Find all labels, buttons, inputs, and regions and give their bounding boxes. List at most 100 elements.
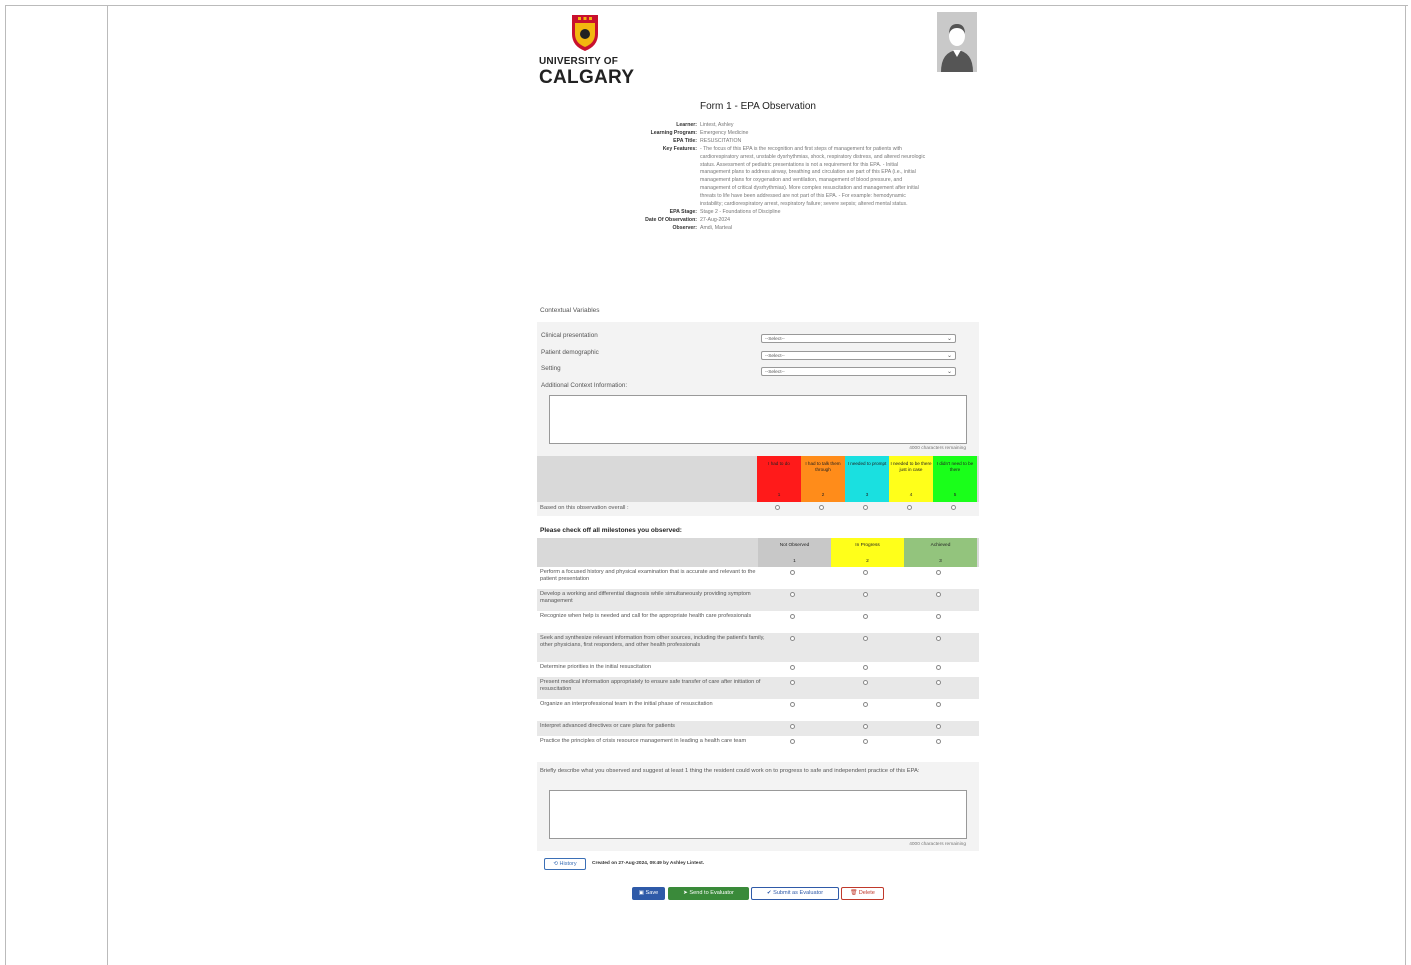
milestone-radio-in-progress[interactable]: [863, 680, 868, 685]
info-label: EPA Stage:: [669, 208, 697, 215]
info-row-key-features: Key Features: - The focus of this EPA is …: [537, 146, 979, 209]
milestone-radio-not-observed[interactable]: [790, 724, 795, 729]
milestone-radio-in-progress[interactable]: [863, 570, 868, 575]
overall-radio-3[interactable]: [863, 505, 868, 510]
milestone-radio-achieved[interactable]: [936, 614, 941, 619]
milestone-radio-in-progress[interactable]: [863, 702, 868, 707]
milestone-radio-in-progress[interactable]: [863, 739, 868, 744]
scale-label: I needed to be there just in case: [890, 461, 932, 472]
milestone-col-number: 2: [866, 559, 869, 564]
paper-plane-icon: ➤: [683, 890, 688, 896]
person-icon: [937, 12, 977, 72]
save-icon: ▣: [638, 890, 644, 896]
milestone-radio-achieved[interactable]: [936, 570, 941, 575]
select-value: --Select--: [765, 354, 785, 359]
scale-label: I didn't need to be there: [936, 461, 974, 472]
milestone-radio-in-progress[interactable]: [863, 665, 868, 670]
history-icon: ⟲: [553, 861, 558, 867]
milestone-radio-achieved[interactable]: [936, 724, 941, 729]
milestone-radio-achieved[interactable]: [936, 665, 941, 670]
milestone-radio-not-observed[interactable]: [790, 739, 795, 744]
milestone-row: Practice the principles of crisis resour…: [537, 736, 979, 758]
milestone-radio-in-progress[interactable]: [863, 724, 868, 729]
right-border: [1405, 5, 1406, 965]
scale-number: 5: [953, 492, 957, 497]
clinical-presentation-label: Clinical presentation: [541, 332, 598, 339]
scale-option-3: I needed to prompt 3: [845, 456, 889, 502]
additional-context-textarea[interactable]: [549, 395, 967, 444]
milestone-radio-not-observed[interactable]: [790, 665, 795, 670]
top-border: [108, 5, 1408, 6]
milestone-row: Present medical information appropriatel…: [537, 677, 979, 699]
narrative-chars-remaining: 4000 characters remaining: [909, 842, 966, 847]
milestone-radio-achieved[interactable]: [936, 592, 941, 597]
milestone-radio-achieved[interactable]: [936, 680, 941, 685]
info-value: RESUSCITATION: [700, 137, 742, 144]
info-value: Amdi, Marteal: [700, 224, 732, 231]
overall-rating-label: Based on this observation overall :: [540, 505, 629, 511]
milestone-row: Interpret advanced directives or care pl…: [537, 721, 979, 736]
milestone-col-label: Not Observed: [779, 543, 810, 548]
additional-context-label: Additional Context Information:: [541, 382, 628, 389]
milestone-radio-achieved[interactable]: [936, 636, 941, 641]
milestone-radio-in-progress[interactable]: [863, 592, 868, 597]
info-row-learner: Learner: Lintest, Ashley: [537, 122, 979, 130]
milestone-col-label: Achieved: [930, 543, 951, 548]
scale-label: I had to do: [768, 461, 790, 466]
submit-as-evaluator-button[interactable]: ✔ Submit as Evaluator: [751, 887, 839, 900]
milestone-row: Develop a working and differential diagn…: [537, 589, 979, 611]
info-label: Date Of Observation:: [645, 216, 697, 223]
milestone-row: Determine priorities in the initial resu…: [537, 662, 979, 677]
delete-button[interactable]: 🗑 Delete: [841, 887, 884, 900]
milestone-row: Organize an interprofessional team in th…: [537, 699, 979, 721]
send-to-evaluator-button[interactable]: ➤ Send to Evaluator: [668, 887, 749, 900]
milestone-radio-achieved[interactable]: [936, 739, 941, 744]
milestone-text: Organize an interprofessional team in th…: [540, 701, 713, 707]
save-button[interactable]: ▣ Save: [632, 887, 665, 900]
info-value: Emergency Medicine: [700, 129, 749, 136]
milestone-radio-not-observed[interactable]: [790, 636, 795, 641]
milestone-radio-not-observed[interactable]: [790, 680, 795, 685]
setting-select[interactable]: --Select-- ⌄: [761, 367, 956, 376]
milestone-radio-in-progress[interactable]: [863, 614, 868, 619]
info-label: Observer:: [672, 224, 697, 231]
info-label: EPA Title:: [673, 137, 697, 144]
milestone-radio-not-observed[interactable]: [790, 614, 795, 619]
patient-demographic-label: Patient demographic: [541, 349, 599, 356]
chevron-down-icon: ⌄: [946, 353, 952, 359]
milestone-text: Recognize when help is needed and call f…: [540, 613, 752, 619]
scale-number: 3: [865, 492, 869, 497]
university-logo: UNIVERSITY OF CALGARY: [539, 14, 634, 88]
milestone-radio-in-progress[interactable]: [863, 636, 868, 641]
history-label: History: [559, 861, 577, 867]
submit-label: Submit as Evaluator: [773, 890, 824, 896]
milestone-radio-not-observed[interactable]: [790, 592, 795, 597]
info-row-stage: EPA Stage: Stage 2 - Foundations of Disci…: [537, 209, 979, 217]
milestone-col-number: 3: [939, 559, 942, 564]
milestone-radio-achieved[interactable]: [936, 702, 941, 707]
info-value: - The focus of this EPA is the recogniti…: [700, 145, 926, 208]
scale-option-5: I didn't need to be there 5: [933, 456, 977, 502]
send-label: Send to Evaluator: [689, 890, 734, 896]
scale-option-2: I had to talk them through 2: [801, 456, 845, 502]
overall-radio-5[interactable]: [951, 505, 956, 510]
milestone-radio-not-observed[interactable]: [790, 570, 795, 575]
overall-radio-2[interactable]: [819, 505, 824, 510]
scale-option-1: I had to do 1: [757, 456, 801, 502]
milestone-text: Determine priorities in the initial resu…: [540, 664, 651, 670]
info-label: Learning Program:: [650, 129, 697, 136]
save-label: Save: [645, 890, 659, 896]
milestone-radio-not-observed[interactable]: [790, 702, 795, 707]
scale-number: 4: [909, 492, 913, 497]
milestone-col-not-observed: Not Observed 1: [758, 538, 831, 567]
patient-demographic-select[interactable]: --Select-- ⌄: [761, 351, 956, 360]
overall-radio-4[interactable]: [907, 505, 912, 510]
scale-number: 2: [821, 492, 825, 497]
overall-radio-1[interactable]: [775, 505, 780, 510]
clinical-presentation-select[interactable]: --Select-- ⌄: [761, 334, 956, 343]
trash-icon: 🗑: [850, 890, 858, 896]
narrative-textarea[interactable]: [549, 790, 967, 839]
chevron-down-icon: ⌄: [946, 336, 952, 342]
history-button[interactable]: ⟲ History: [544, 858, 586, 870]
chevron-down-icon: ⌄: [946, 369, 952, 375]
